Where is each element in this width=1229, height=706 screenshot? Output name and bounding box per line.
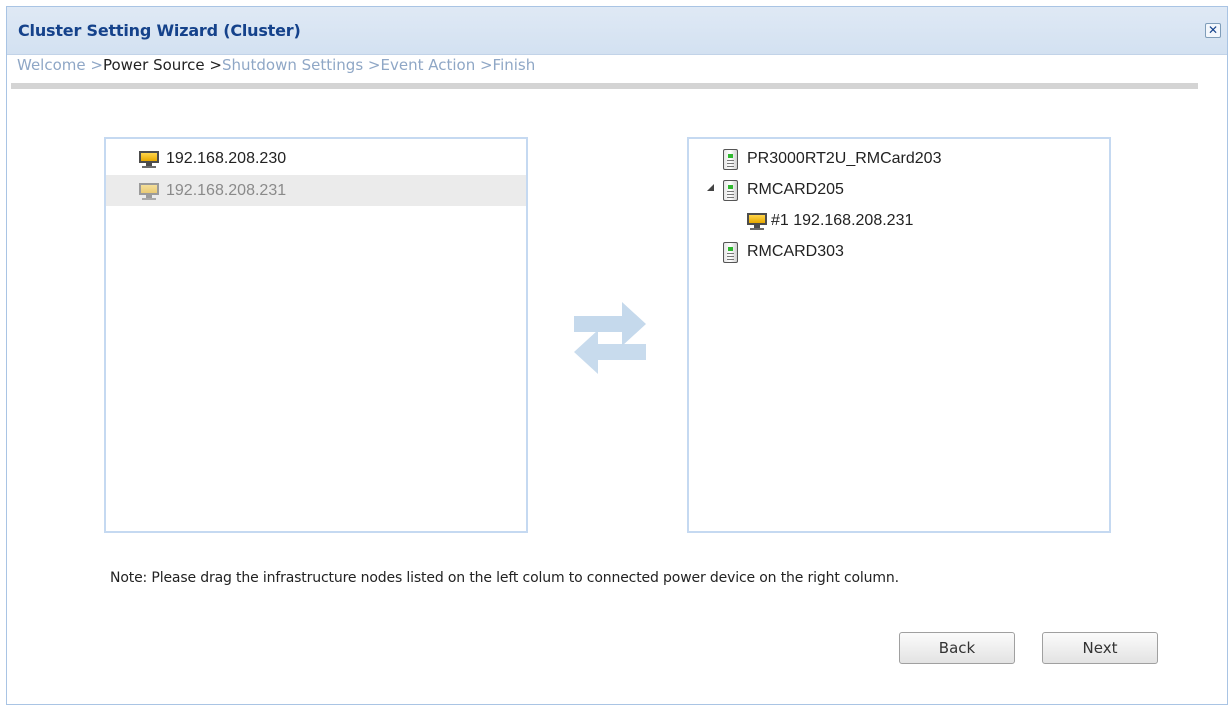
device-label: RMCARD205 bbox=[747, 181, 844, 198]
wizard-breadcrumb: Welcome >Power Source >Shutdown Settings… bbox=[17, 56, 535, 74]
list-item[interactable]: 192.168.208.230 bbox=[106, 143, 526, 174]
breadcrumb-step-welcome[interactable]: Welcome > bbox=[17, 56, 103, 74]
ups-icon bbox=[723, 149, 738, 170]
monitor-icon bbox=[139, 183, 159, 200]
breadcrumb-step-event-action[interactable]: Event Action > bbox=[380, 56, 492, 74]
breadcrumb-step-shutdown-settings[interactable]: Shutdown Settings > bbox=[222, 56, 381, 74]
swap-arrows-icon bbox=[574, 302, 646, 374]
breadcrumb-step-label: Power Source bbox=[102, 56, 205, 74]
close-icon[interactable]: ✕ bbox=[1205, 23, 1221, 38]
power-devices-tree[interactable]: PR3000RT2U_RMCard203 RMCARD205 #1 192.16… bbox=[687, 137, 1111, 533]
tree-item[interactable]: RMCARD303 bbox=[689, 236, 1109, 267]
node-label: #1 192.168.208.231 bbox=[771, 212, 914, 229]
device-label: PR3000RT2U_RMCard203 bbox=[747, 150, 942, 167]
tree-child-item[interactable]: #1 192.168.208.231 bbox=[689, 205, 1109, 236]
breadcrumb-step-label: Event Action bbox=[380, 56, 476, 74]
tree-item[interactable]: RMCARD205 bbox=[689, 174, 1109, 205]
breadcrumb-separator: > bbox=[85, 56, 103, 74]
tree-item[interactable]: PR3000RT2U_RMCard203 bbox=[689, 143, 1109, 174]
breadcrumb-separator: > bbox=[363, 56, 381, 74]
infrastructure-nodes-list[interactable]: 192.168.208.230 192.168.208.231 bbox=[104, 137, 528, 533]
breadcrumb-step-label: Finish bbox=[492, 56, 536, 74]
list-item[interactable]: 192.168.208.231 bbox=[106, 175, 526, 206]
dialog-titlebar: Cluster Setting Wizard (Cluster) ✕ bbox=[7, 7, 1227, 55]
breadcrumb-separator: > bbox=[475, 56, 493, 74]
instruction-note: Note: Please drag the infrastructure nod… bbox=[110, 570, 899, 586]
node-label: 192.168.208.230 bbox=[166, 150, 287, 167]
collapse-arrow-icon[interactable] bbox=[707, 184, 714, 191]
back-button[interactable]: Back bbox=[899, 632, 1015, 664]
breadcrumb-step-label: Welcome bbox=[17, 56, 86, 74]
node-label: 192.168.208.231 bbox=[166, 182, 287, 199]
breadcrumb-separator: > bbox=[204, 56, 222, 74]
dialog-title: Cluster Setting Wizard (Cluster) bbox=[18, 21, 301, 40]
monitor-icon bbox=[139, 151, 159, 168]
wizard-progress-line bbox=[11, 83, 1198, 89]
breadcrumb-step-finish[interactable]: Finish bbox=[493, 56, 536, 74]
next-button[interactable]: Next bbox=[1042, 632, 1158, 664]
breadcrumb-step-power-source[interactable]: Power Source > bbox=[103, 56, 222, 74]
ups-icon bbox=[723, 242, 738, 263]
breadcrumb-step-label: Shutdown Settings bbox=[221, 56, 364, 74]
monitor-icon bbox=[747, 213, 767, 230]
device-label: RMCARD303 bbox=[747, 243, 844, 260]
ups-icon bbox=[723, 180, 738, 201]
